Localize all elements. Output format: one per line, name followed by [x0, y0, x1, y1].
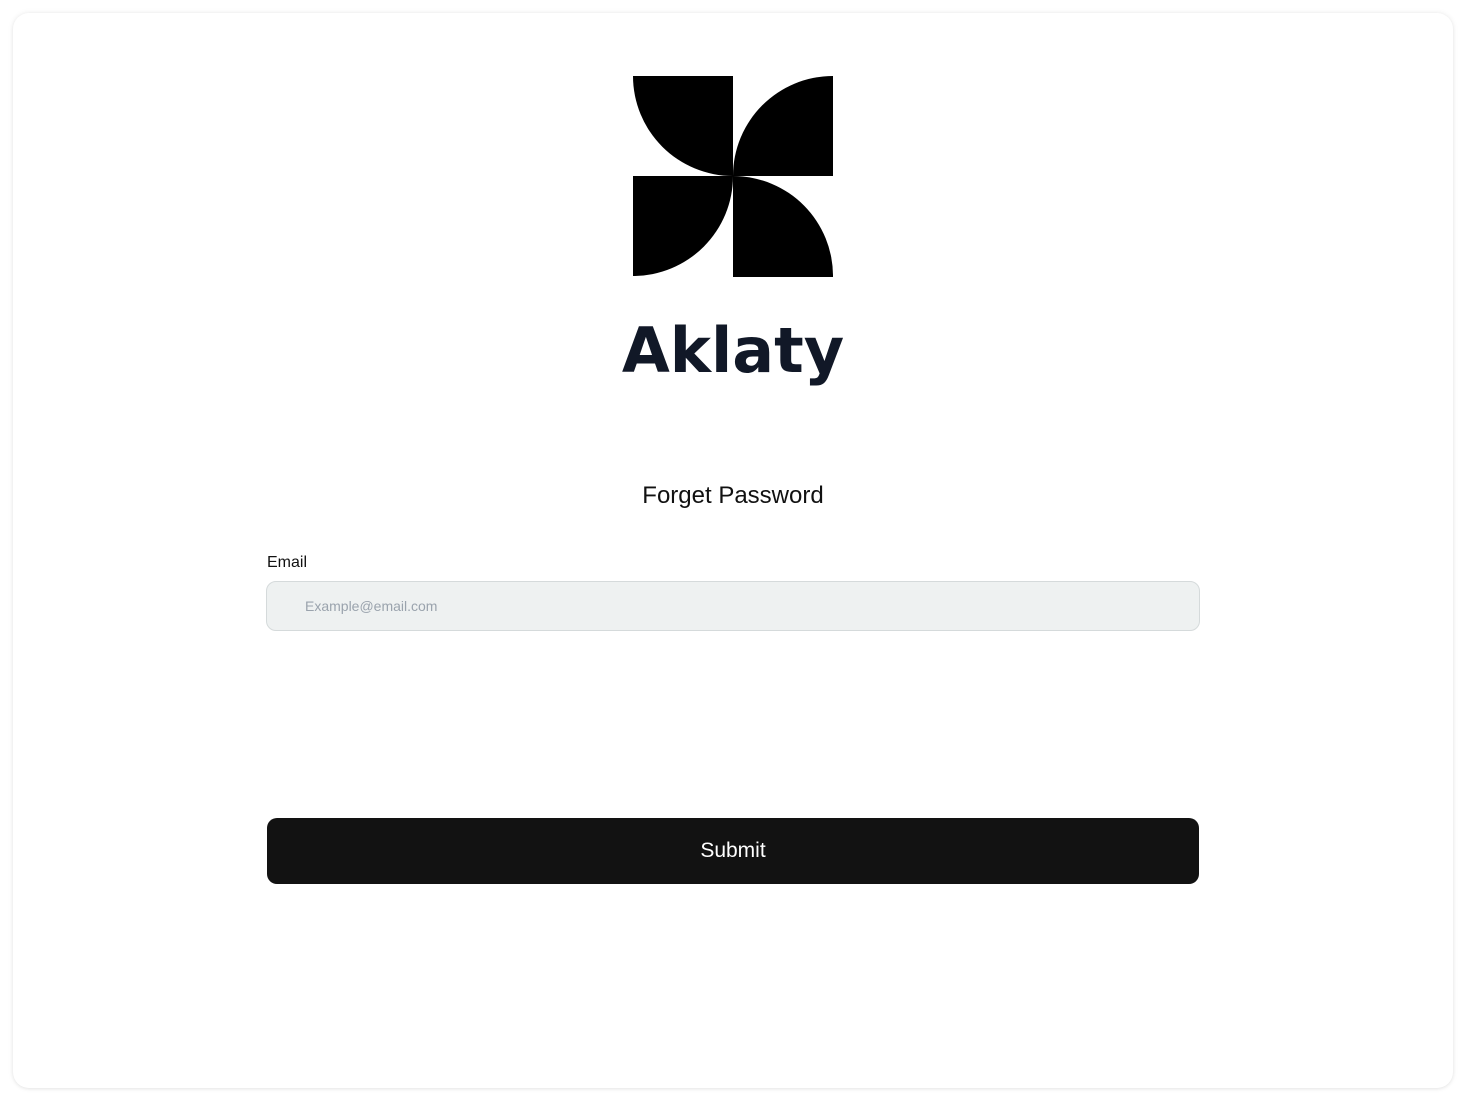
email-label: Email — [267, 554, 308, 571]
submit-button[interactable]: Submit — [267, 818, 1199, 884]
page-title: Forget Password — [642, 482, 824, 509]
email-field[interactable] — [266, 581, 1200, 631]
pinwheel-logo-icon — [633, 76, 833, 277]
forgot-password-card: Aklaty Forget Password Email Submit — [13, 13, 1453, 1088]
brand-name: Aklaty — [621, 314, 845, 387]
